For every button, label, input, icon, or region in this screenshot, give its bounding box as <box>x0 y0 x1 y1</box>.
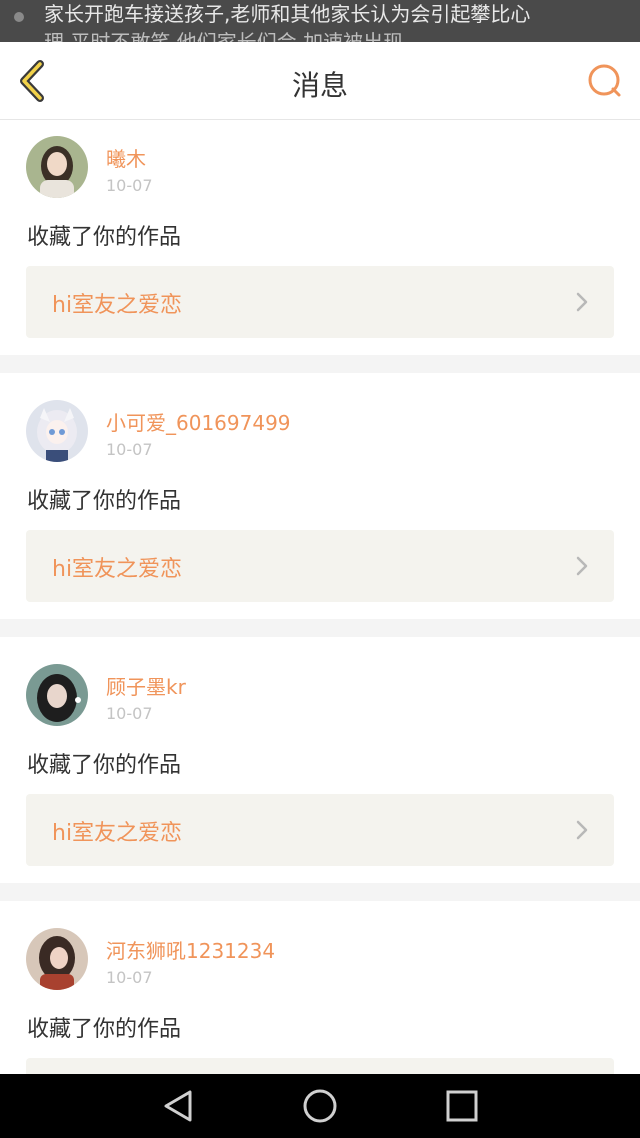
nav-home-button[interactable] <box>302 1088 338 1124</box>
message-action: 收藏了你的作品 <box>27 489 182 514</box>
username[interactable]: 顾子墨kr <box>106 671 186 700</box>
work-link[interactable] <box>26 1058 614 1074</box>
nav-back-button[interactable] <box>160 1088 196 1124</box>
square-recents-icon <box>446 1090 478 1122</box>
notification-icon <box>14 12 24 22</box>
message-card: 河东狮吼1231234 10-07 收藏了你的作品 <box>0 901 640 1074</box>
message-date: 10-07 <box>106 968 153 987</box>
header-bar: 消息 <box>0 42 640 120</box>
work-link[interactable]: hi室友之爱恋 <box>26 794 614 866</box>
circle-home-icon <box>303 1089 337 1123</box>
avatar[interactable] <box>26 136 88 198</box>
message-date: 10-07 <box>106 440 153 459</box>
message-date: 10-07 <box>106 704 153 723</box>
page-title: 消息 <box>291 69 348 102</box>
message-card: 顾子墨kr 10-07 收藏了你的作品 hi室友之爱恋 <box>0 637 640 883</box>
work-link[interactable]: hi室友之爱恋 <box>26 266 614 338</box>
chevron-right-icon <box>576 820 588 840</box>
work-title: hi室友之爱恋 <box>52 557 183 582</box>
status-bar: 家长开跑车接送孩子,老师和其他家长认为会引起攀比心 理 平时不敢笑 他们家长们会… <box>0 0 640 42</box>
username[interactable]: 曦木 <box>106 143 146 172</box>
message-card: 曦木 10-07 收藏了你的作品 hi室友之爱恋 <box>0 121 640 355</box>
message-action: 收藏了你的作品 <box>27 753 182 778</box>
username[interactable]: 河东狮吼1231234 <box>106 935 275 964</box>
username[interactable]: 小可爱_601697499 <box>106 407 291 436</box>
notification-text[interactable]: 家长开跑车接送孩子,老师和其他家长认为会引起攀比心 <box>44 2 530 26</box>
nav-recents-button[interactable] <box>444 1088 480 1124</box>
search-icon <box>588 64 621 97</box>
search-button[interactable] <box>586 62 624 100</box>
chevron-right-icon <box>576 556 588 576</box>
message-list[interactable]: 曦木 10-07 收藏了你的作品 hi室友之爱恋 小可爱_601697499 1… <box>0 121 640 1074</box>
work-link[interactable]: hi室友之爱恋 <box>26 530 614 602</box>
avatar[interactable] <box>26 400 88 462</box>
notification-text-secondary[interactable]: 理 平时不敢笑 他们家长们会 加速被出现 <box>44 30 403 42</box>
triangle-back-icon <box>164 1090 192 1122</box>
message-date: 10-07 <box>106 176 153 195</box>
message-card: 小可爱_601697499 10-07 收藏了你的作品 hi室友之爱恋 <box>0 373 640 619</box>
work-title: hi室友之爱恋 <box>52 821 183 846</box>
chevron-right-icon <box>576 292 588 312</box>
message-action: 收藏了你的作品 <box>27 1017 182 1042</box>
work-title: hi室友之爱恋 <box>52 293 183 318</box>
avatar[interactable] <box>26 664 88 726</box>
system-nav-bar <box>0 1074 640 1138</box>
avatar[interactable] <box>26 928 88 990</box>
message-action: 收藏了你的作品 <box>27 225 182 250</box>
